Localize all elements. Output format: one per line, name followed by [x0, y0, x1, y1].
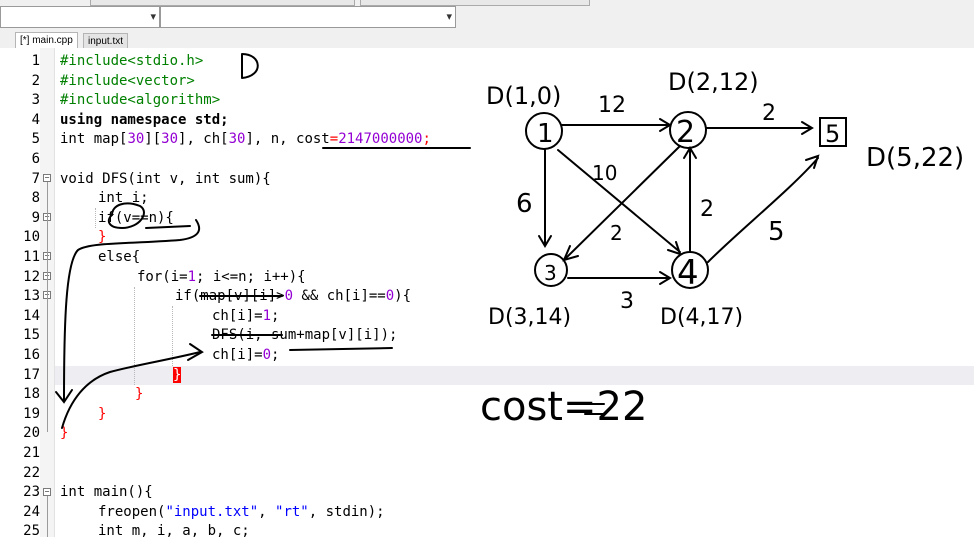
graph-edge [565, 145, 681, 259]
graph-node-label: 5 [825, 120, 840, 148]
distance-label: D(5,22) [866, 143, 964, 173]
graph-edge [707, 157, 819, 263]
arrow-stroke [63, 219, 201, 401]
edge-weight: 6 [516, 189, 533, 219]
graph-node-label: 2 [676, 115, 695, 150]
arrow-stroke [61, 351, 201, 429]
arrowhead [805, 154, 820, 169]
graph-node-label: 4 [677, 253, 699, 293]
graph-node-label: 1 [537, 119, 554, 149]
edge-weight: 12 [598, 93, 626, 118]
edge-weight: 10 [592, 161, 617, 185]
edge-weight: 5 [768, 217, 785, 247]
cost-result: cost=22 [480, 384, 647, 430]
underline-stroke [145, 225, 191, 229]
distance-label: D(3,14) [488, 305, 571, 330]
handwritten-d-stroke [241, 53, 259, 79]
distance-label: D(1,0) [486, 82, 561, 110]
underline-stroke [289, 347, 393, 351]
edge-weight: 2 [610, 221, 623, 245]
edge-weight: 3 [620, 289, 634, 314]
distance-label: D(2,12) [668, 68, 759, 96]
circle-stroke [107, 202, 145, 230]
edge-weight: 2 [762, 101, 776, 126]
edge-weight: 2 [700, 197, 714, 222]
distance-label: D(4,17) [660, 305, 743, 330]
graph-node-label: 3 [544, 261, 557, 285]
ink-annotation-layer: 1 2 5 3 4 12 2 10 6 2 2 3 5 D(1,0) D(2,1… [55, 53, 964, 430]
